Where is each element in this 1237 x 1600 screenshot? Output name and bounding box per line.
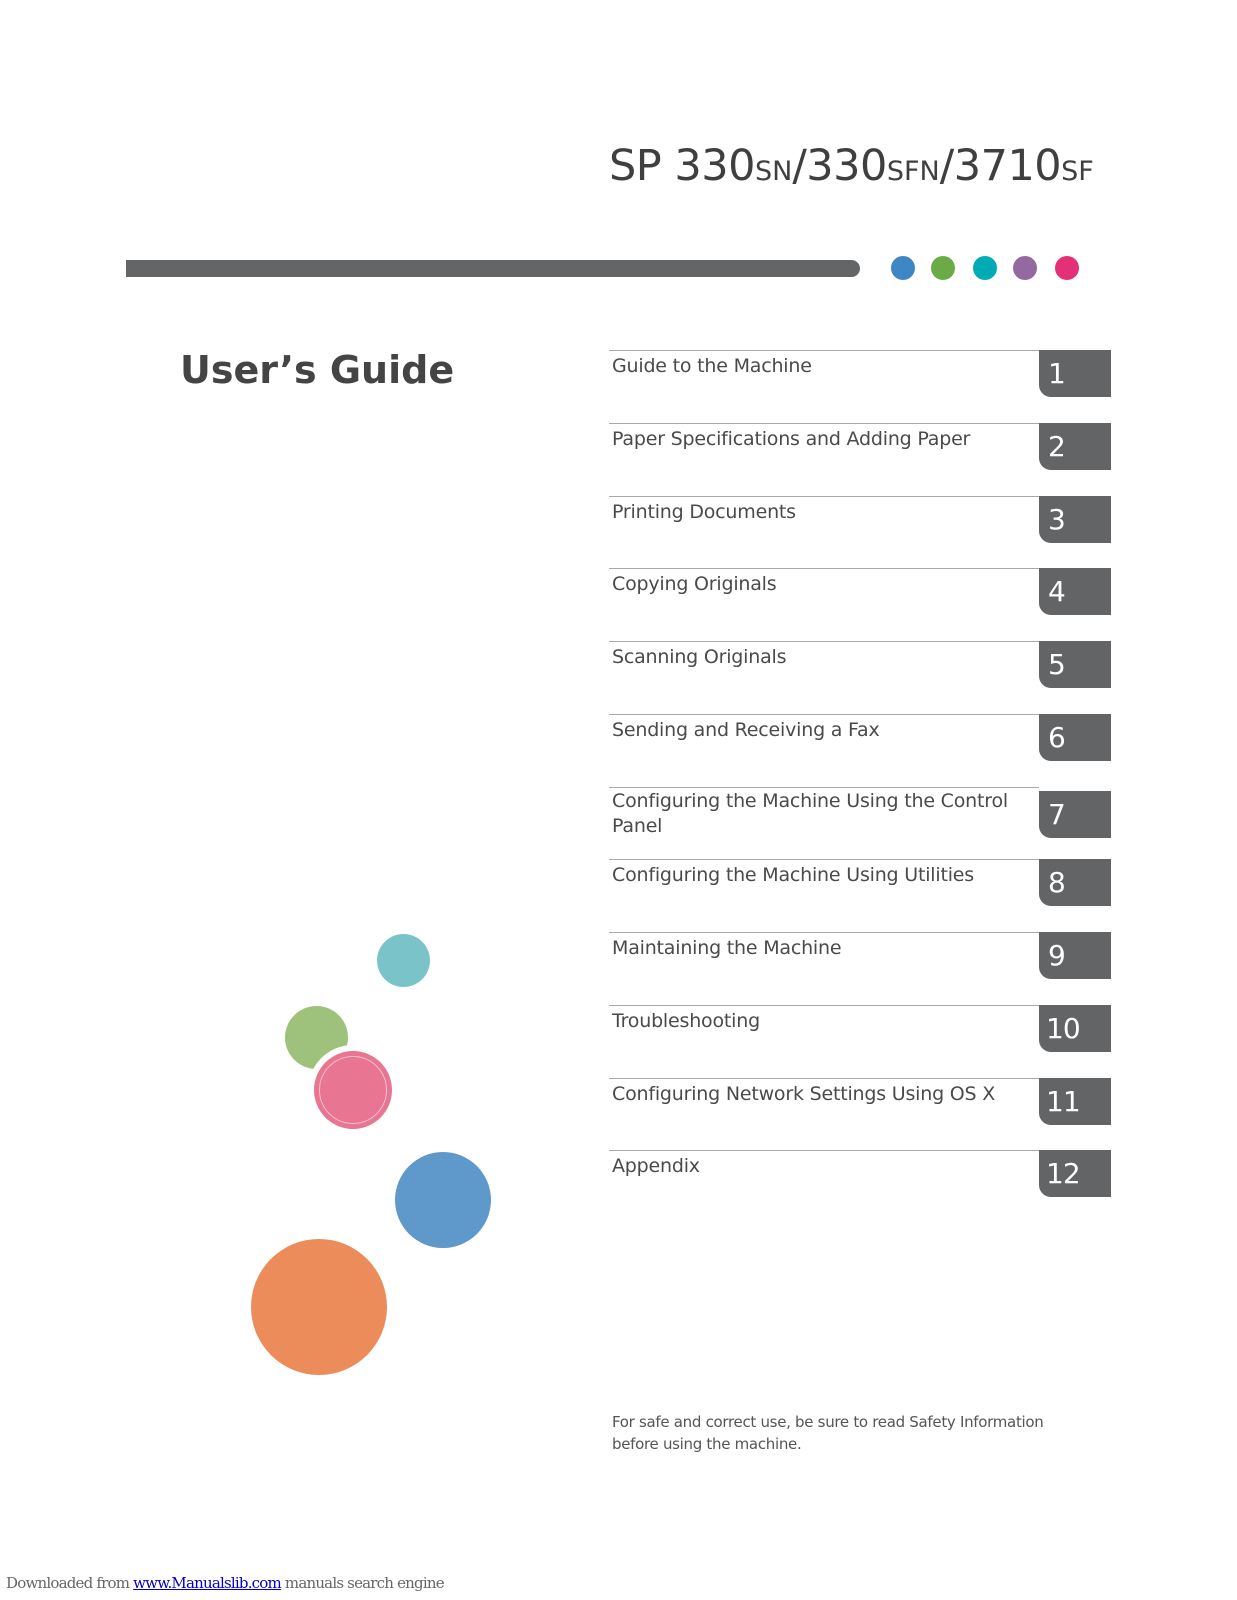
footer-prefix: Downloaded from: [6, 1574, 134, 1592]
toc-item-label[interactable]: Paper Specifications and Adding Paper: [612, 427, 1022, 452]
toc-item[interactable]: Configuring Network Settings Using OS X …: [609, 1078, 1111, 1138]
manualslib-link[interactable]: www.Manualslib.com: [133, 1574, 282, 1592]
toc-item[interactable]: Troubleshooting 10: [609, 1005, 1111, 1065]
toc-item[interactable]: Appendix 12: [609, 1150, 1111, 1210]
magenta-dot: [1055, 256, 1079, 280]
teal-dot: [973, 256, 997, 280]
orange-circle: [251, 1239, 387, 1375]
toc-divider: [609, 423, 1039, 424]
toc-item[interactable]: Maintaining the Machine 9: [609, 932, 1111, 992]
toc-divider: [609, 1005, 1039, 1006]
model-title-part: /330: [792, 141, 887, 191]
safety-note: For safe and correct use, be sure to rea…: [612, 1413, 1044, 1453]
toc-item[interactable]: Scanning Originals 5: [609, 641, 1111, 701]
teal-circle: [377, 934, 430, 987]
chapter-tab[interactable]: 1: [1039, 350, 1111, 397]
toc-item-label[interactable]: Copying Originals: [612, 572, 1022, 597]
toc-divider: [609, 714, 1039, 715]
chapter-tab[interactable]: 2: [1039, 423, 1111, 470]
toc-item[interactable]: Sending and Receiving a Fax 6: [609, 714, 1111, 774]
model-title-suffix: SFN: [886, 156, 940, 187]
toc-item-label[interactable]: Appendix: [612, 1154, 1022, 1179]
chapter-tab[interactable]: 10: [1039, 1005, 1111, 1052]
toc-divider: [609, 787, 1039, 788]
model-title-suffix: SN: [754, 156, 793, 187]
chapter-tab[interactable]: 12: [1039, 1150, 1111, 1197]
toc-item[interactable]: Guide to the Machine 1: [609, 350, 1111, 410]
toc-item-label[interactable]: Configuring the Machine Using Utilities: [612, 863, 1022, 888]
blue-dot: [891, 256, 915, 280]
toc-divider: [609, 641, 1039, 642]
toc-item-label[interactable]: Configuring Network Settings Using OS X: [612, 1082, 1022, 1107]
chapter-tab[interactable]: 5: [1039, 641, 1111, 688]
toc-divider: [609, 568, 1039, 569]
model-title-suffix: SF: [1061, 156, 1094, 187]
toc-item-label[interactable]: Sending and Receiving a Fax: [612, 718, 1022, 743]
chapter-tab[interactable]: 7: [1039, 791, 1111, 838]
toc-item[interactable]: Configuring the Machine Using Utilities …: [609, 859, 1111, 919]
purple-dot: [1013, 256, 1037, 280]
toc-item-label[interactable]: Troubleshooting: [612, 1009, 1022, 1034]
toc-item[interactable]: Printing Documents 3: [609, 496, 1111, 556]
toc-item-label[interactable]: Configuring the Machine Using the Contro…: [612, 789, 1022, 839]
model-title-part: SP 330: [609, 141, 755, 191]
chapter-tab[interactable]: 9: [1039, 932, 1111, 979]
pink-circle-inner-ring: [319, 1056, 387, 1124]
chapter-tab[interactable]: 8: [1039, 859, 1111, 906]
toc-divider: [609, 932, 1039, 933]
chapter-tab[interactable]: 11: [1039, 1078, 1111, 1125]
model-title-part: /3710: [939, 141, 1062, 191]
download-footer: Downloaded from www.Manualslib.com manua…: [6, 1574, 445, 1592]
toc-divider: [609, 350, 1039, 351]
toc-item-label[interactable]: Maintaining the Machine: [612, 936, 1022, 961]
toc-divider: [609, 1150, 1039, 1151]
toc-item-label[interactable]: Guide to the Machine: [612, 354, 1022, 379]
toc-item-label[interactable]: Scanning Originals: [612, 645, 1022, 670]
toc-divider: [609, 859, 1039, 860]
model-title: SP 330SN/330SFN/3710SF: [609, 140, 1094, 198]
toc-item[interactable]: Paper Specifications and Adding Paper 2: [609, 423, 1111, 483]
toc-divider: [609, 496, 1039, 497]
footer-suffix: manuals search engine: [280, 1574, 445, 1592]
toc-item[interactable]: Copying Originals 4: [609, 568, 1111, 628]
green-dot: [931, 256, 955, 280]
header-bar: [126, 260, 860, 277]
toc-item-label[interactable]: Printing Documents: [612, 500, 1022, 525]
chapter-tab[interactable]: 3: [1039, 496, 1111, 543]
chapter-tab[interactable]: 6: [1039, 714, 1111, 761]
guide-title: User’s Guide: [180, 348, 455, 392]
blue-circle: [395, 1152, 491, 1248]
chapter-tab[interactable]: 4: [1039, 568, 1111, 615]
toc-divider: [609, 1078, 1039, 1079]
toc-item[interactable]: Configuring the Machine Using the Contro…: [609, 787, 1111, 847]
